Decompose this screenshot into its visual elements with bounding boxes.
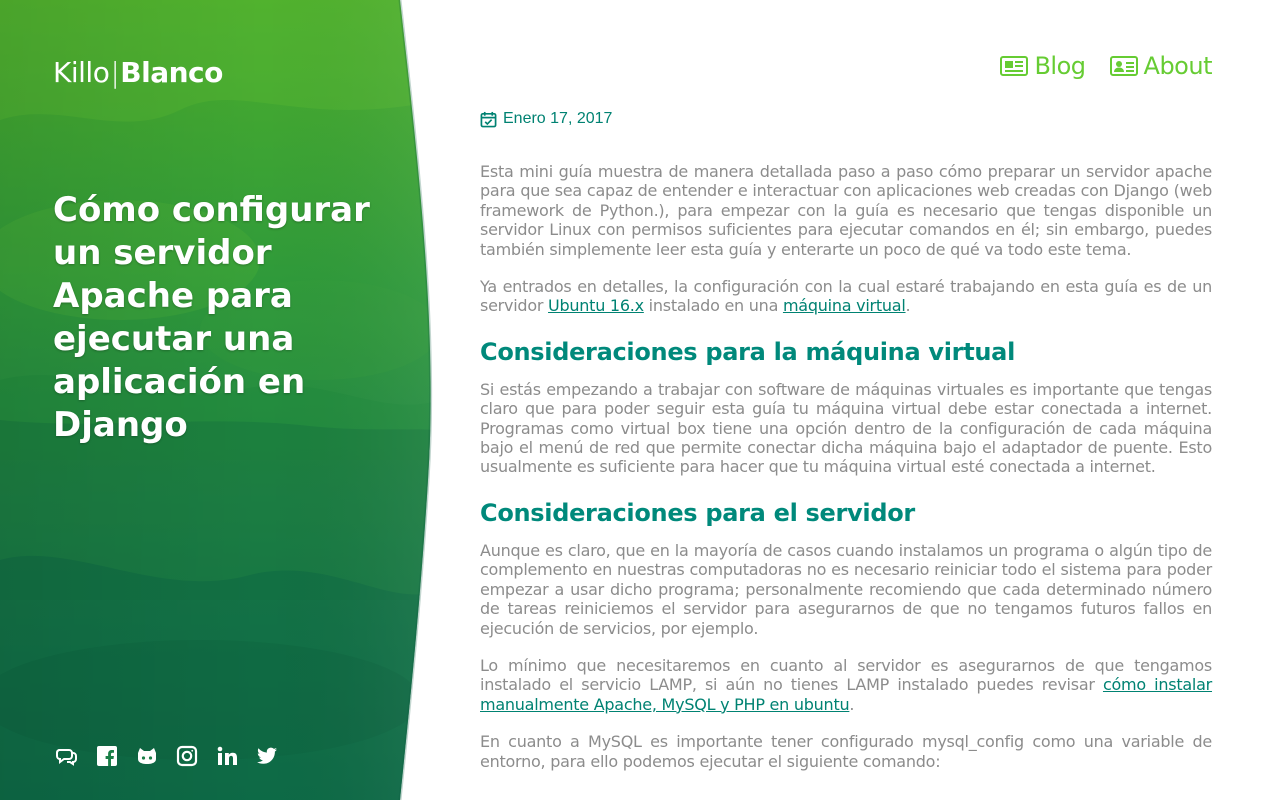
instagram-icon[interactable] [175,744,199,768]
post-date: Enero 17, 2017 [480,110,1212,128]
article-title: Cómo configurar un servidor Apache para … [53,189,370,445]
id-card-icon [1109,56,1138,76]
section-heading-server: Consideraciones para el servidor [480,498,915,527]
calendar-check-icon [480,111,497,127]
paragraph-mysql: En cuanto a MySQL es importante tener co… [480,732,1212,771]
paragraph-lamp: Lo mínimo que necesitaremos en cuanto al… [480,656,1212,714]
newspaper-icon [1000,56,1029,76]
section-heading-vm: Consideraciones para la máquina virtual [480,337,1015,366]
paragraph-setup-end: . [905,296,911,316]
paragraph-setup-text-2: instalado en una [643,296,783,316]
paragraph-vm: Si estás empezando a trabajar con softwa… [480,379,1212,477]
github-icon[interactable] [135,744,159,768]
virtual-machine-link[interactable]: máquina virtual [783,296,906,315]
ubuntu-link[interactable]: Ubuntu 16.x [548,296,644,315]
nav-about-link[interactable]: About [1109,52,1213,80]
twitter-icon[interactable] [255,744,279,768]
paragraph-setup: Ya entrados en detalles, la configuració… [480,277,1212,316]
hero-panel: Killo|Blanco Cómo configurar un servidor… [0,0,440,800]
paragraph-restart: Aunque es claro, que en la mayoría de ca… [480,540,1212,638]
social-links [55,744,279,768]
nav-about-label: About [1143,52,1213,80]
logo-separator: | [110,56,120,89]
nav-blog-link[interactable]: Blog [1000,52,1086,80]
logo-second-word: Blanco [120,56,223,89]
article-body: Enero 17, 2017 Esta mini guía muestra de… [480,110,1212,789]
chat-icon[interactable] [55,744,79,768]
paragraph-lamp-end: . [849,694,855,714]
nav-blog-label: Blog [1034,52,1086,80]
post-date-text: Enero 17, 2017 [503,110,613,127]
main-nav: Blog About [1000,52,1213,80]
logo-first-word: Killo [53,56,110,89]
linkedin-icon[interactable] [215,744,239,768]
site-logo[interactable]: Killo|Blanco [53,56,223,89]
facebook-icon[interactable] [95,744,119,768]
paragraph-intro: Esta mini guía muestra de manera detalla… [480,162,1212,259]
